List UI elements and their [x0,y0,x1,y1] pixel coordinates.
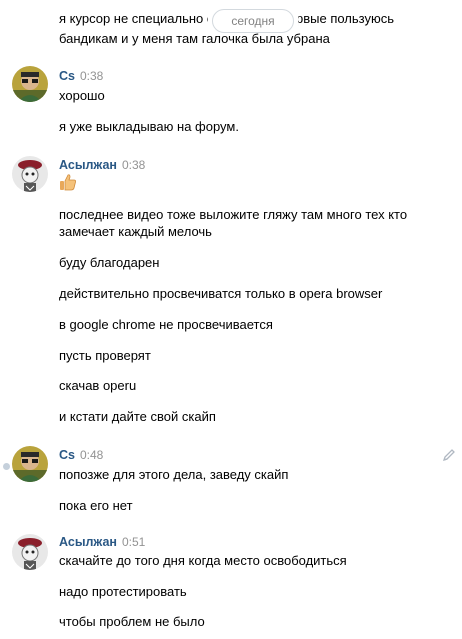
avatar[interactable] [12,534,48,570]
author-name[interactable]: Асылжан [59,158,117,172]
message-time[interactable]: 0:38 [80,69,103,83]
avatar[interactable] [12,446,48,482]
message-text: буду благодарен [59,255,160,270]
avatar-asylzhan-image [12,156,48,192]
message-text: и кстати дайте свой скайп [59,409,216,424]
avatar-cs-image [12,446,48,482]
message-text: скачав operu [59,378,137,393]
avatar[interactable] [12,66,48,102]
message-text: рвые пользуюсь [296,11,395,26]
author-name[interactable]: Cs [59,69,75,83]
message-text: пока его нет [59,498,133,513]
thumbs-up-icon [59,173,77,191]
avatar-asylzhan-image [12,534,48,570]
message-text: хорошо [59,88,105,103]
pencil-icon[interactable] [441,447,457,463]
message-text: замечает каждый мелочь [59,224,212,239]
message-text: я уже выкладываю на форум. [59,119,239,134]
avatar[interactable] [12,156,48,192]
message-text: надо протестировать [59,584,187,599]
author-name[interactable]: Cs [59,448,75,462]
unread-indicator [3,463,10,470]
avatar-cs-image [12,66,48,102]
message-time[interactable]: 0:51 [122,535,145,549]
message-time[interactable]: 0:48 [80,448,103,462]
message-text: я курсор не специально с [59,11,214,26]
message-text: в google chrome не просвечивается [59,317,273,332]
message-text: действительно просвечиватся только в ope… [59,286,383,301]
message-text: пусть проверят [59,348,151,363]
message-text: последнее видео тоже выложите гляжу там … [59,207,408,222]
message-time[interactable]: 0:38 [122,158,145,172]
message-text: скачайте до того дня когда место освобод… [59,553,347,568]
message-text: попозже для этого дела, заведу скайп [59,467,289,482]
author-name[interactable]: Асылжан [59,535,117,549]
message-text: чтобы проблем не было [59,614,205,629]
message-text: бандикам и у меня там галочка была убран… [59,31,330,46]
